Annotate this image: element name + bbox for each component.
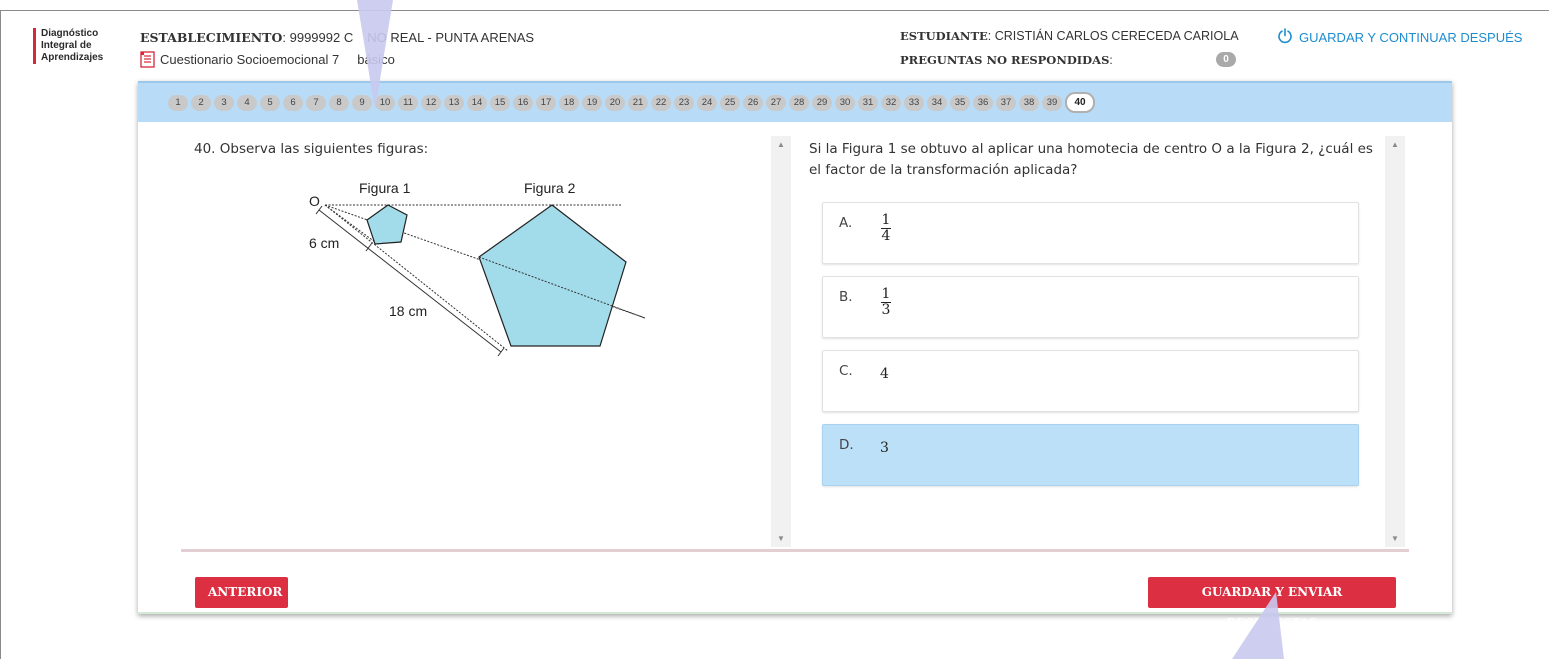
scroll-up-icon[interactable]: ▲ (777, 140, 785, 149)
previous-button[interactable]: ANTERIOR (195, 577, 288, 608)
pointer-top-icon (355, 0, 395, 117)
option-b-denominator: 3 (881, 302, 891, 318)
question-number-21[interactable]: 21 (628, 94, 648, 111)
question-number-12[interactable]: 12 (421, 94, 441, 111)
scroll-down-icon[interactable]: ▼ (1391, 534, 1399, 543)
question-number-22[interactable]: 22 (651, 94, 671, 111)
scroll-down-icon[interactable]: ▼ (777, 534, 785, 543)
question-navigation-bar: 1 2 3 4 5 6 7 8 9 10 11 12 13 14 15 16 17 18 19 20 21 22 23 24 2… (138, 81, 1452, 122)
question-stem: 40. Observa las siguientes figuras: (194, 141, 429, 157)
question-number-30[interactable]: 30 (835, 94, 855, 111)
logo: Diagnóstico Integral de Aprendizajes (33, 28, 113, 64)
question-number-24[interactable]: 24 (697, 94, 717, 111)
establishment-value: : 9999992 C (282, 30, 354, 45)
question-number-34[interactable]: 34 (927, 94, 947, 111)
question-number-35[interactable]: 35 (950, 94, 970, 111)
save-and-continue-later-link[interactable]: GUARDAR Y CONTINUAR DESPUÉS (1277, 28, 1522, 47)
question-number-38[interactable]: 38 (1019, 94, 1039, 111)
question-number-31[interactable]: 31 (858, 94, 878, 111)
label-figura-2: Figura 2 (524, 180, 576, 196)
question-number-25[interactable]: 25 (720, 94, 740, 111)
option-d[interactable]: D. 3 (822, 424, 1359, 486)
unanswered-colon: : (1109, 53, 1113, 67)
pointer-bottom-icon (1232, 592, 1284, 664)
question-card: 1 2 3 4 5 6 7 8 9 10 11 12 13 14 15 16 17 18 19 20 21 22 23 24 2… (138, 81, 1452, 630)
question-number-7[interactable]: 7 (306, 94, 326, 111)
establishment-label: ESTABLECIMIENTO (140, 30, 283, 45)
unanswered-info: PREGUNTAS NO RESPONDIDAS: (900, 53, 1113, 67)
question-number-32[interactable]: 32 (881, 94, 901, 111)
option-b-numerator: 1 (881, 286, 891, 302)
option-d-value: 3 (880, 440, 889, 456)
question-number-19[interactable]: 19 (582, 94, 602, 111)
logo-line-3: Aprendizajes (41, 52, 104, 63)
question-number-2[interactable]: 2 (191, 94, 211, 111)
question-number-6[interactable]: 6 (283, 94, 303, 111)
option-b-letter: B. (839, 289, 853, 305)
option-a[interactable]: A. 1 4 (822, 202, 1359, 264)
establishment-info: ESTABLECIMIENTO: 9999992 C NO REAL - PUNT… (140, 30, 534, 45)
option-d-letter: D. (839, 437, 854, 453)
question-number-33[interactable]: 33 (904, 94, 924, 111)
option-c[interactable]: C. 4 (822, 350, 1359, 412)
questionnaire-name: Cuestionario Socioemocional 7 (160, 52, 340, 67)
question-number-13[interactable]: 13 (444, 94, 464, 111)
option-b-fraction: 1 3 (881, 287, 891, 318)
question-number-4[interactable]: 4 (237, 94, 257, 111)
power-icon (1277, 28, 1293, 47)
question-number-17[interactable]: 17 (536, 94, 556, 111)
question-number-15[interactable]: 15 (490, 94, 510, 111)
label-figura-1: Figura 1 (359, 180, 411, 196)
logo-line-1: Diagnóstico (41, 28, 99, 39)
question-number-36[interactable]: 36 (973, 94, 993, 111)
question-number-14[interactable]: 14 (467, 94, 487, 111)
question-number-11[interactable]: 11 (398, 94, 418, 111)
student-name: : CRISTIÁN CARLOS CERECEDA CARIOLA (987, 29, 1239, 43)
question-number-37[interactable]: 37 (996, 94, 1016, 111)
question-number-16[interactable]: 16 (513, 94, 533, 111)
question-number-26[interactable]: 26 (743, 94, 763, 111)
logo-line-2: Integral de (41, 40, 92, 51)
option-a-letter: A. (839, 215, 853, 231)
large-pentagon (478, 204, 627, 347)
option-a-numerator: 1 (881, 212, 891, 228)
question-number-18[interactable]: 18 (559, 94, 579, 111)
label-6cm: 6 cm (309, 235, 339, 251)
divider (181, 549, 1409, 552)
left-scrollbar[interactable]: ▲ ▼ (771, 136, 791, 547)
small-pentagon (366, 204, 408, 245)
question-number-8[interactable]: 8 (329, 94, 349, 111)
homothety-figure: O Figura 1 Figura 2 6 cm 18 cm (303, 176, 663, 371)
option-a-fraction: 1 4 (881, 213, 891, 244)
question-prompt: Si la Figura 1 se obtuvo al aplicar una … (809, 141, 1373, 178)
question-number-28[interactable]: 28 (789, 94, 809, 111)
questionnaire-icon (140, 51, 156, 68)
question-number-5[interactable]: 5 (260, 94, 280, 111)
scroll-up-icon[interactable]: ▲ (1391, 140, 1399, 149)
question-number-3[interactable]: 3 (214, 94, 234, 111)
label-18cm: 18 cm (389, 303, 427, 319)
save-later-label: GUARDAR Y CONTINUAR DESPUÉS (1299, 30, 1523, 45)
option-c-letter: C. (839, 363, 853, 379)
unanswered-label: PREGUNTAS NO RESPONDIDAS (900, 53, 1110, 67)
right-scrollbar[interactable]: ▲ ▼ (1385, 136, 1405, 547)
question-number-23[interactable]: 23 (674, 94, 694, 111)
question-number-39[interactable]: 39 (1042, 94, 1062, 111)
student-info: ESTUDIANTE: CRISTIÁN CARLOS CERECEDA CAR… (900, 29, 1239, 43)
student-label: ESTUDIANTE (900, 29, 988, 43)
question-number-27[interactable]: 27 (766, 94, 786, 111)
unanswered-count-badge: 0 (1216, 52, 1236, 67)
question-number-29[interactable]: 29 (812, 94, 832, 111)
question-number-40[interactable]: 40 (1065, 92, 1095, 113)
label-o: O (309, 193, 320, 209)
option-c-value: 4 (880, 366, 889, 382)
question-number-1[interactable]: 1 (168, 94, 188, 111)
option-a-denominator: 4 (881, 228, 891, 244)
question-number-20[interactable]: 20 (605, 94, 625, 111)
option-b[interactable]: B. 1 3 (822, 276, 1359, 338)
